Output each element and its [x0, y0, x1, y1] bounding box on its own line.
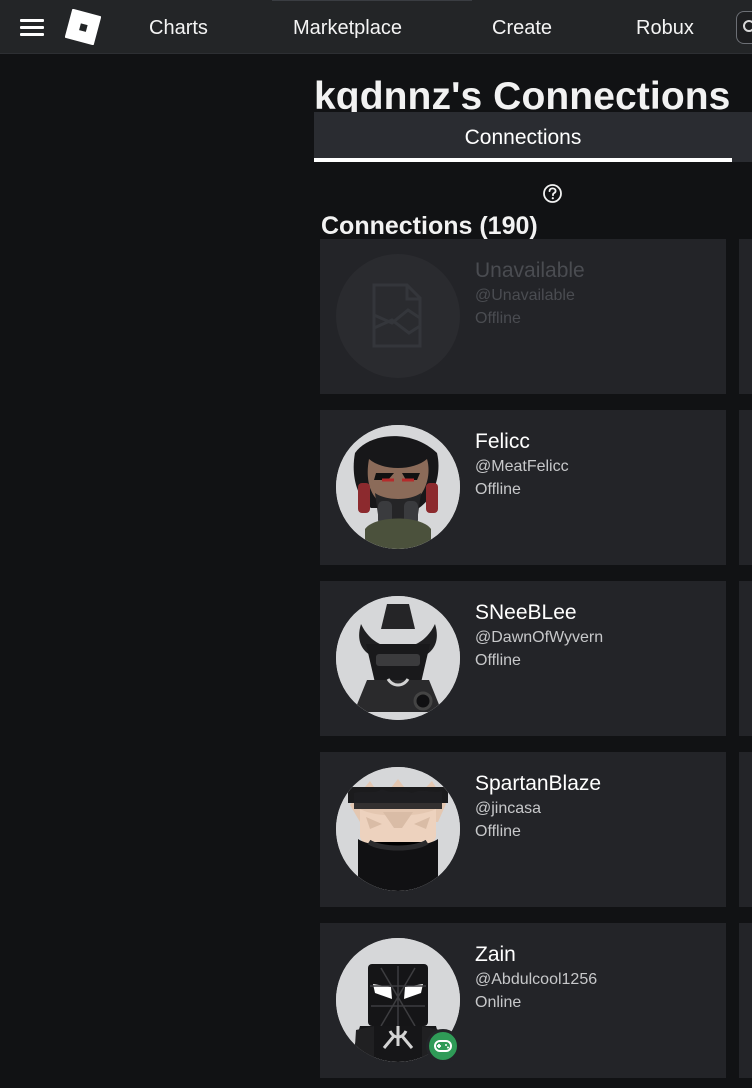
connection-status: Offline: [475, 310, 521, 327]
sneeblee-avatar: [336, 596, 460, 720]
top-navigation-bar: Charts Marketplace Create Robux: [0, 0, 752, 54]
connection-status: Offline: [475, 481, 521, 498]
connection-card-zain[interactable]: Zain @Abdulcool1256 Online: [320, 923, 726, 1078]
connection-username: @DawnOfWyvern: [475, 629, 604, 646]
connection-username: @Abdulcool1256: [475, 971, 598, 988]
spartanblaze-avatar: [336, 767, 460, 891]
connection-username: @jincasa: [475, 800, 542, 817]
nav-charts-link[interactable]: Charts: [149, 16, 208, 40]
connection-card-sneeblee[interactable]: SNeeBLee @DawnOfWyvern Offline: [320, 581, 726, 736]
next-connection-card-edge[interactable]: [739, 752, 752, 907]
connection-display-name: Zain: [475, 943, 516, 966]
connection-card-unavailable[interactable]: Unavailable @Unavailable Offline: [320, 239, 726, 394]
connection-username: @MeatFelicc: [475, 458, 569, 475]
connection-card-spartanblaze[interactable]: SpartanBlaze @jincasa Offline: [320, 752, 726, 907]
connection-status: Offline: [475, 652, 521, 669]
selected-tab-indicator: [314, 158, 732, 162]
connection-display-name: SpartanBlaze: [475, 772, 602, 795]
connections-tab-bar: Connections: [314, 112, 752, 162]
connections-count-title: Connections (190): [321, 211, 538, 240]
next-connection-card-edge[interactable]: [739, 581, 752, 736]
felicc-avatar: [336, 425, 460, 549]
next-connection-card-edge[interactable]: [739, 410, 752, 565]
roblox-logo-icon[interactable]: [65, 9, 101, 45]
connection-display-name: Unavailable: [475, 259, 585, 282]
game-controller-icon: [426, 1029, 460, 1063]
tab-connections[interactable]: Connections: [314, 112, 732, 162]
nav-create-link[interactable]: Create: [492, 16, 552, 40]
next-connection-card-edge[interactable]: [739, 923, 752, 1078]
connection-username: @Unavailable: [475, 287, 575, 304]
help-circle-icon[interactable]: [542, 183, 563, 204]
hamburger-menu-icon[interactable]: [20, 17, 44, 37]
connection-status: Offline: [475, 823, 521, 840]
connection-display-name: SNeeBLee: [475, 601, 577, 624]
next-connection-card-edge[interactable]: [739, 239, 752, 394]
connection-card-felicc[interactable]: Felicc @MeatFelicc Offline: [320, 410, 726, 565]
nav-robux-link[interactable]: Robux: [636, 16, 694, 40]
nav-marketplace-link[interactable]: Marketplace: [293, 16, 402, 40]
connection-status: Online: [475, 994, 522, 1011]
connection-display-name: Felicc: [475, 430, 530, 453]
search-icon[interactable]: [736, 11, 752, 44]
broken-image-icon: [372, 283, 422, 348]
unavailable-avatar: [336, 254, 460, 378]
